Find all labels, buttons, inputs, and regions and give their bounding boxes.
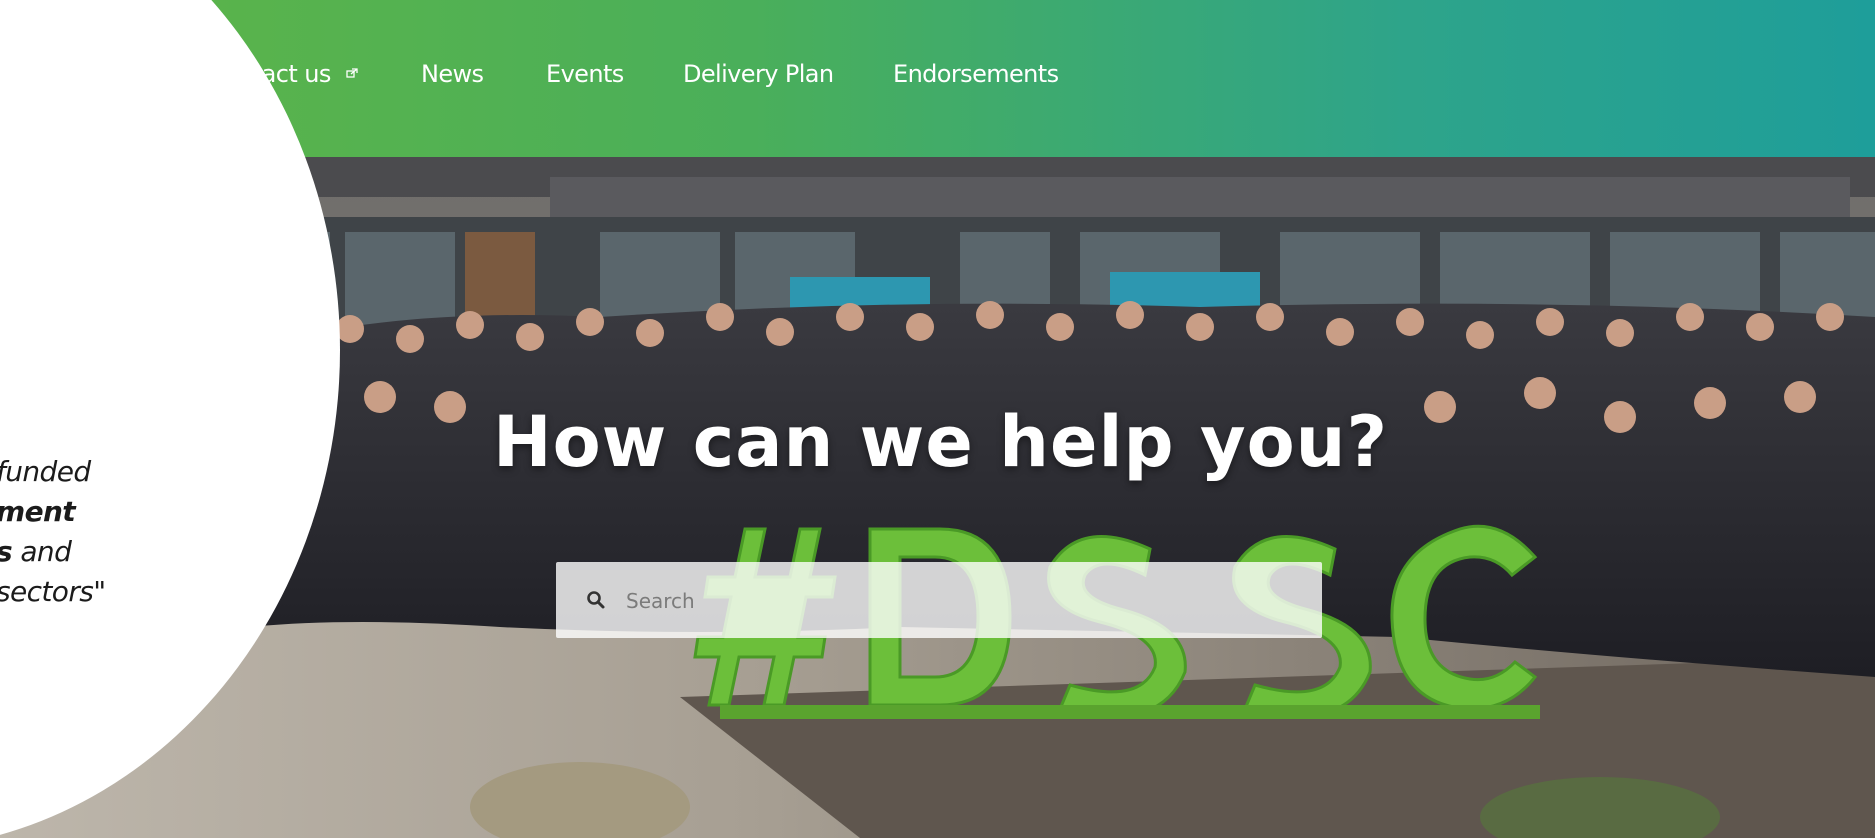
nav-item-delivery-plan[interactable]: Delivery Plan <box>683 56 834 92</box>
nav-item-endorsements[interactable]: Endorsements <box>893 56 1059 92</box>
quote-line-3-bold: s <box>0 535 13 568</box>
nav-item-events[interactable]: Events <box>546 56 624 92</box>
hero-title: How can we help you? <box>493 401 1389 483</box>
quote-line-4: sectors" <box>0 575 106 608</box>
nav-item-news[interactable]: News <box>421 56 484 92</box>
nav-menu: nities Contact us News Events Delivery P… <box>0 56 1875 92</box>
quote-line-3: and <box>12 535 72 568</box>
search-box[interactable] <box>556 562 1322 638</box>
search-input[interactable] <box>624 580 1288 622</box>
search-icon <box>587 591 605 609</box>
external-link-icon <box>346 68 358 78</box>
quote-line-1: funded <box>0 455 91 488</box>
quote-line-2: ment <box>0 495 76 528</box>
page: nities Contact us News Events Delivery P… <box>0 0 1875 838</box>
quote-text: funded ment s and sectors" <box>0 452 256 612</box>
